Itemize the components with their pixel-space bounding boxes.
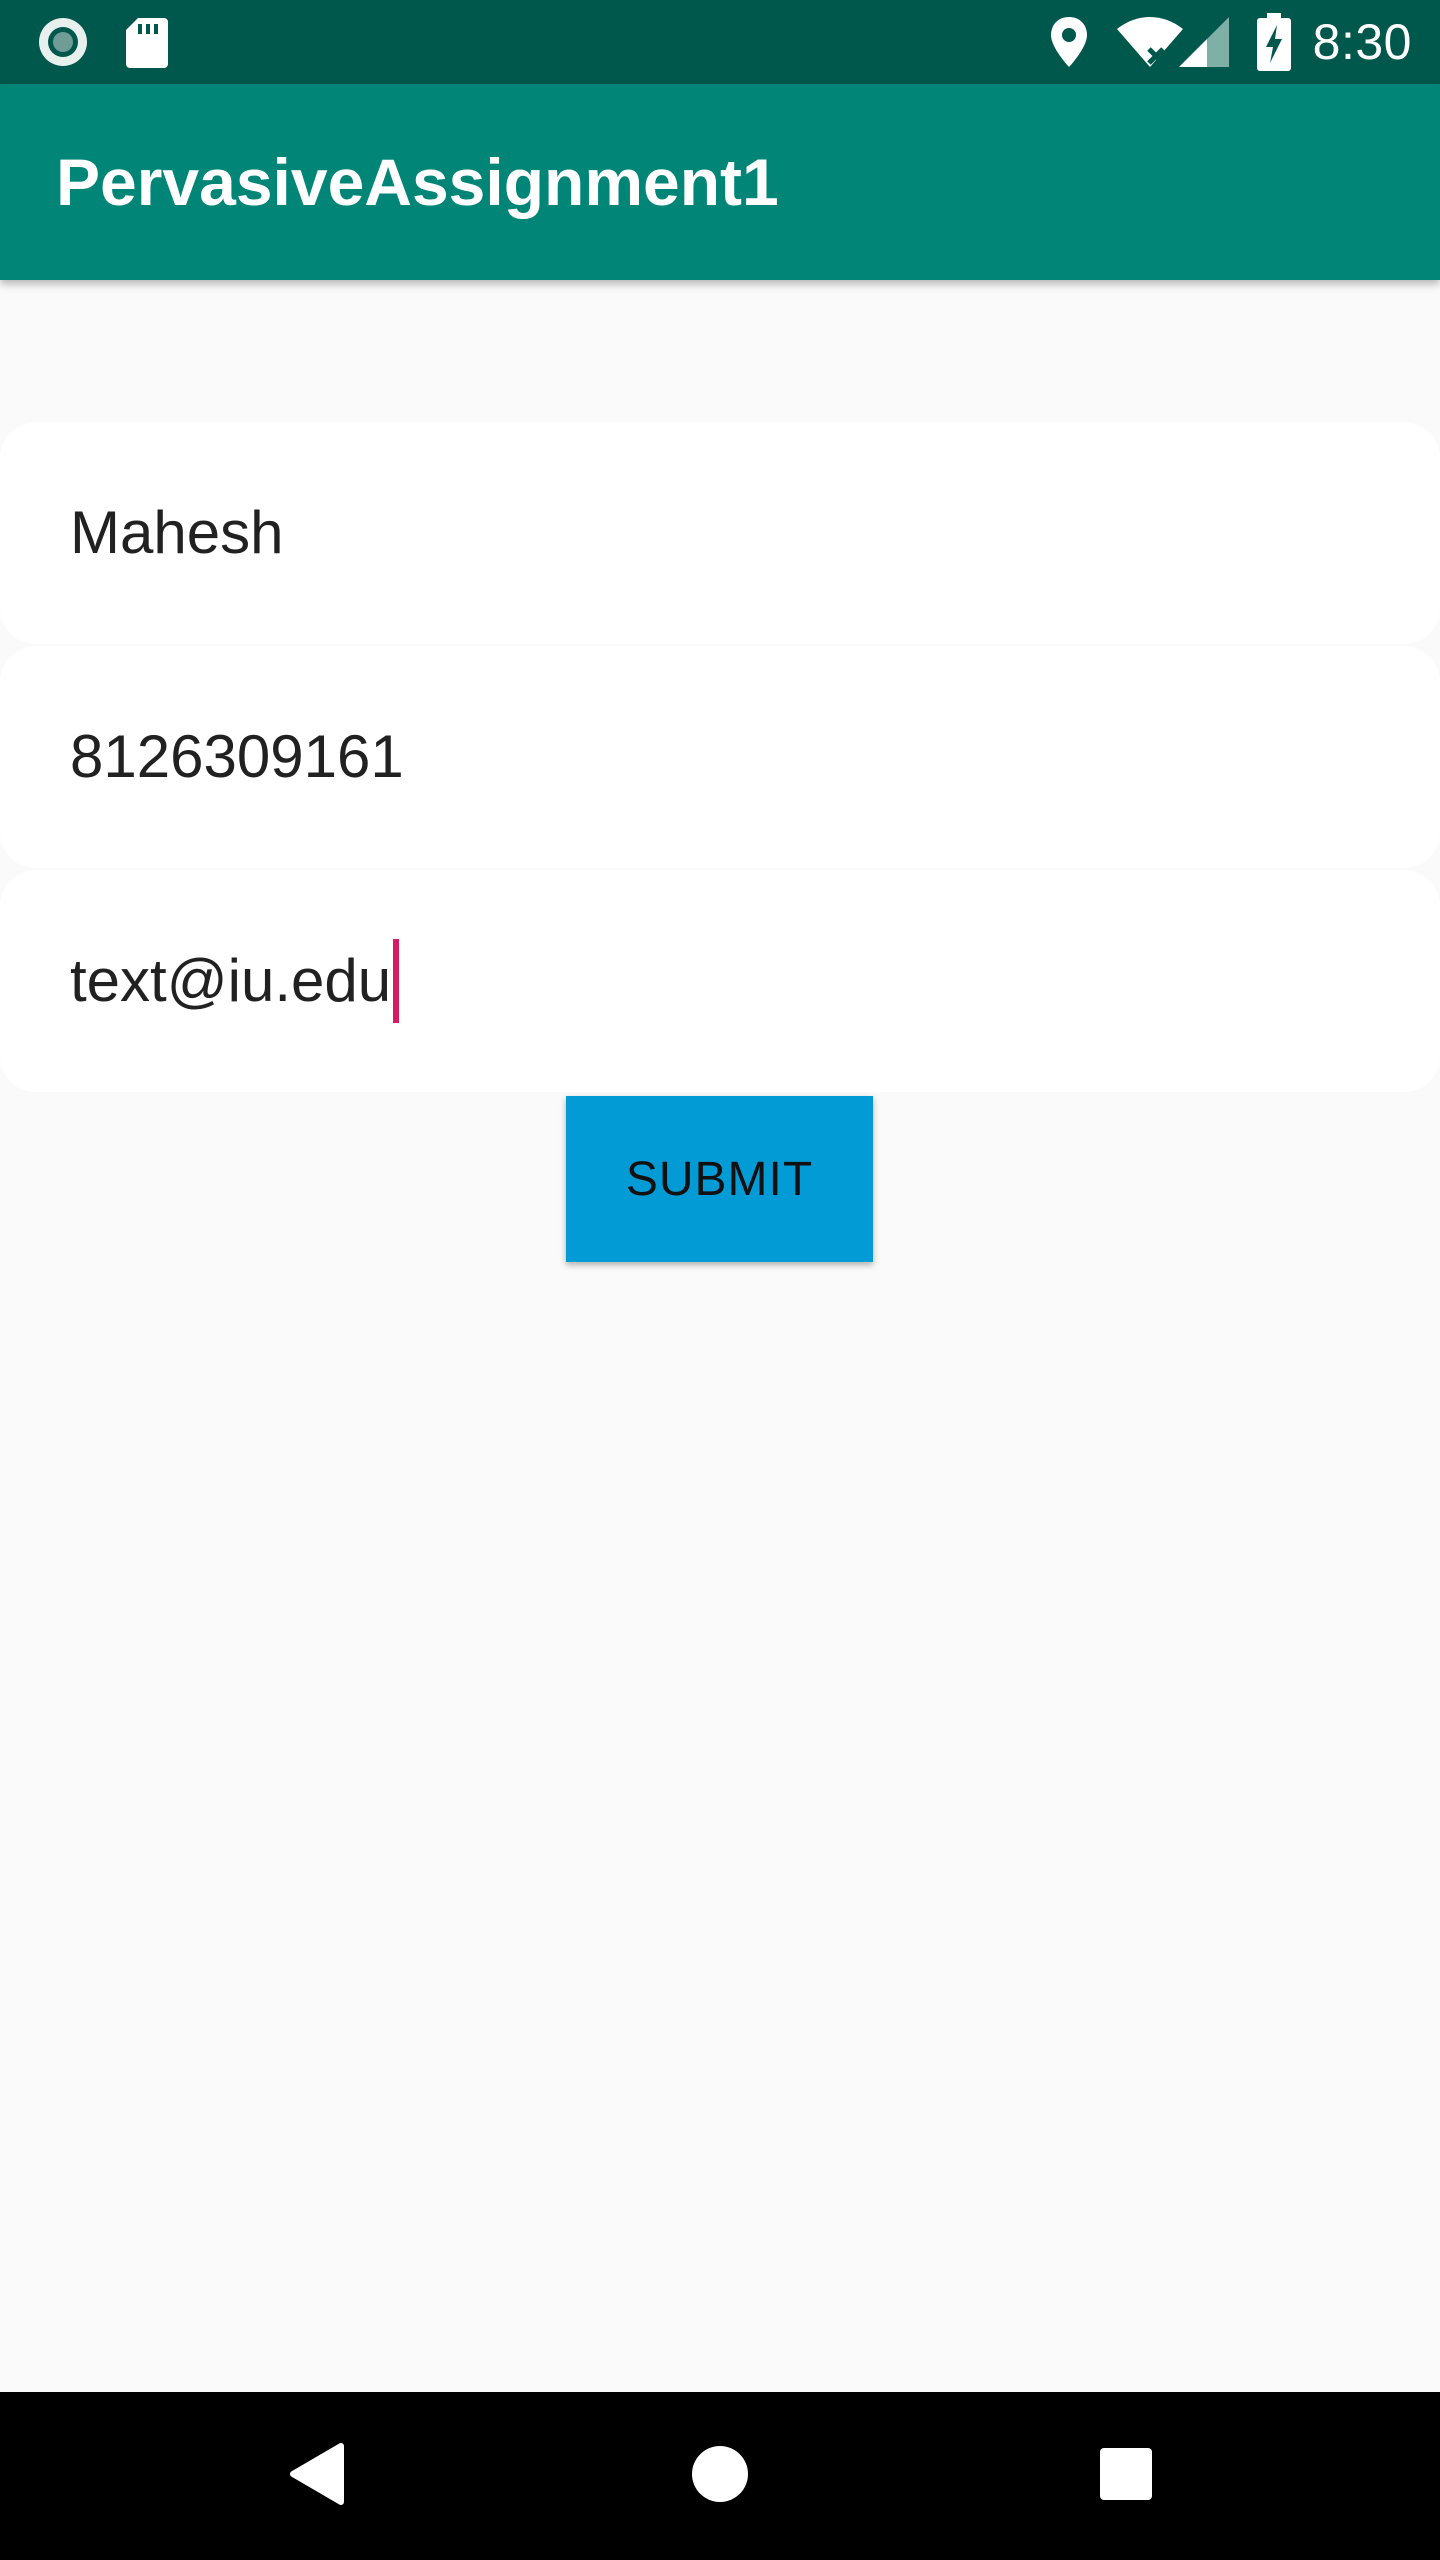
app-title: PervasiveAssignment1 [56,145,779,219]
name-field[interactable]: Mahesh [0,422,1440,644]
phone-field-value: 8126309161 [70,723,404,790]
home-button[interactable] [636,2392,804,2560]
recents-button[interactable] [1042,2392,1210,2560]
status-time: 8:30 [1312,14,1412,70]
email-field-value: text@iu.edu [70,947,392,1014]
status-bar: 8:30 [0,0,1440,84]
home-icon [690,2444,750,2509]
back-button[interactable] [232,2392,400,2560]
app-bar: PervasiveAssignment1 [0,84,1440,280]
email-field-text: text@iu.edu [70,870,400,1092]
submit-button[interactable]: SUBMIT [566,1096,873,1262]
phone-field[interactable]: 8126309161 [0,646,1440,868]
navigation-bar [0,2392,1440,2560]
status-icons: 8:30 [1049,0,1412,84]
record-icon [36,12,90,77]
sd-card-icon [124,16,170,75]
location-icon [1049,15,1089,69]
wifi-icon [1115,15,1185,69]
back-icon [287,2442,345,2511]
recents-icon [1098,2446,1154,2507]
name-field-value: Mahesh [70,499,284,566]
cell-signal-icon [1177,15,1231,69]
text-cursor [393,939,400,1024]
email-field[interactable]: text@iu.edu [0,870,1440,1092]
battery-charging-icon [1256,13,1291,71]
